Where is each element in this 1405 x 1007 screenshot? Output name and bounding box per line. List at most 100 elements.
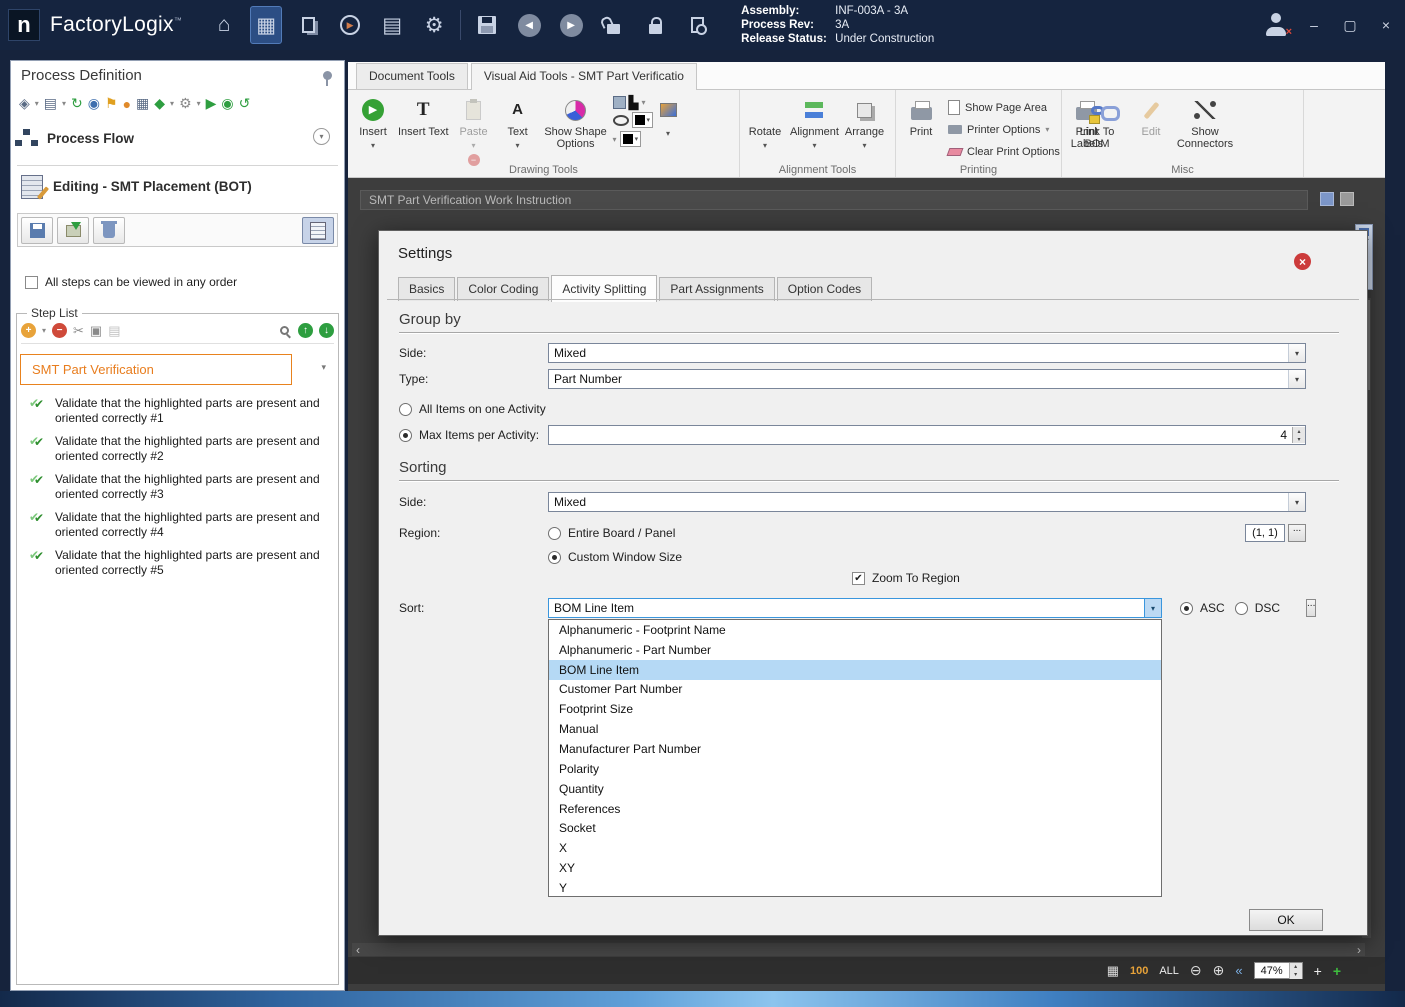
pan-icon[interactable]: « xyxy=(1235,963,1242,978)
ok-button[interactable]: OK xyxy=(1249,909,1323,931)
print-button[interactable]: Print xyxy=(900,94,942,141)
zoom-down-icon[interactable]: ▾ xyxy=(1289,970,1302,979)
delete-step-button[interactable] xyxy=(93,217,125,244)
doc-expand-icon[interactable] xyxy=(1340,192,1354,206)
paste-button[interactable]: Paste ▾ − xyxy=(453,94,495,169)
remove-step-icon[interactable]: − xyxy=(52,323,68,338)
sort-option[interactable]: Customer Part Number xyxy=(549,680,1161,700)
alignment-caret-icon[interactable]: ▾ xyxy=(812,140,816,152)
tab-color-coding[interactable]: Color Coding xyxy=(457,277,550,301)
save-step-button[interactable] xyxy=(21,217,53,244)
group-type-caret-icon[interactable]: ▾ xyxy=(1288,370,1305,388)
sitemap-icon[interactable]: ▦ xyxy=(136,95,149,112)
sort-option[interactable]: Manual xyxy=(549,719,1161,739)
fill-color-caret-icon[interactable]: ▾ xyxy=(647,116,651,124)
arrange-button[interactable]: Arrange ▾ xyxy=(843,94,886,155)
history-icon[interactable]: ↺ xyxy=(239,95,251,112)
scroll-left-icon[interactable]: ‹ xyxy=(356,943,360,957)
all-items-radio[interactable] xyxy=(399,402,412,416)
import-step-button[interactable] xyxy=(57,217,89,244)
add-step-caret-icon[interactable]: ▾ xyxy=(42,326,46,335)
sort-option[interactable]: Alphanumeric - Footprint Name xyxy=(549,620,1161,640)
region-browse-button[interactable]: ... xyxy=(1288,524,1306,542)
line-shape-caret-icon[interactable]: ▾ xyxy=(613,135,617,144)
pin-icon[interactable] xyxy=(323,71,332,86)
max-items-up-icon[interactable]: ▴ xyxy=(1293,427,1305,435)
process-definition-icon[interactable]: ▦ xyxy=(250,6,283,44)
sort-option[interactable]: Footprint Size xyxy=(549,699,1161,719)
max-items-input[interactable]: 4 ▴ ▾ xyxy=(548,425,1306,445)
custom-window-radio[interactable] xyxy=(548,550,561,564)
group-side-caret-icon[interactable]: ▾ xyxy=(1288,344,1305,362)
play-icon[interactable]: ▶ xyxy=(206,95,217,112)
layers-grid-icon[interactable]: ▦ xyxy=(1107,963,1119,979)
dialog-close-icon[interactable]: × xyxy=(1294,253,1311,270)
group-type-select[interactable]: Part Number ▾ xyxy=(548,369,1306,389)
move-down-icon[interactable]: ↓ xyxy=(319,323,334,338)
show-connectors-button[interactable]: Show Connectors xyxy=(1174,94,1236,153)
minimize-button[interactable]: – xyxy=(1303,17,1325,33)
zoom-in-icon[interactable]: ⊕ xyxy=(1213,962,1225,979)
step-item[interactable]: ✔ ✔ Validate that the highlighted parts a… xyxy=(19,544,336,582)
sort-option[interactable]: Alphanumeric - Part Number xyxy=(549,640,1161,660)
sort-option[interactable]: References xyxy=(549,799,1161,819)
any-order-checkbox[interactable] xyxy=(25,275,38,289)
sort-option[interactable]: Quantity xyxy=(549,779,1161,799)
rectangle-shape-icon[interactable] xyxy=(612,96,626,109)
team-icon[interactable]: ◆ xyxy=(154,95,165,112)
insert-caret-icon[interactable]: ▾ xyxy=(371,140,375,152)
edit-button[interactable]: Edit xyxy=(1130,94,1172,141)
print-caret-icon[interactable]: ▾ xyxy=(62,99,66,108)
settings-gear-icon[interactable]: ⚙ xyxy=(418,6,450,44)
unlock-button[interactable] xyxy=(597,6,629,44)
sort-caret-icon[interactable]: ▾ xyxy=(1144,599,1161,617)
tab-basics[interactable]: Basics xyxy=(398,277,456,301)
maximize-button[interactable]: ▢ xyxy=(1339,17,1361,34)
paste-icon[interactable]: ▤ xyxy=(108,323,120,339)
cut-icon[interactable]: ✂ xyxy=(73,323,84,339)
process-flow-expand-icon[interactable]: ▾ xyxy=(313,128,330,145)
user-icon[interactable]: ● xyxy=(123,96,131,112)
sort-option[interactable]: Socket xyxy=(549,818,1161,838)
stairs-shape-icon[interactable]: ▙ xyxy=(629,96,639,109)
arrange-caret-icon[interactable]: ▾ xyxy=(862,140,866,152)
sort-option[interactable]: Manufacturer Part Number xyxy=(549,739,1161,759)
publish-icon[interactable]: ◈ xyxy=(19,95,30,112)
alignment-button[interactable]: Alignment ▾ xyxy=(788,94,841,155)
dsc-radio[interactable] xyxy=(1234,601,1248,615)
paste-caret-icon[interactable]: ▾ xyxy=(472,140,476,152)
close-button[interactable]: × xyxy=(1375,17,1397,33)
tab-document-tools[interactable]: Document Tools xyxy=(356,63,468,89)
audit-button[interactable] xyxy=(681,6,713,44)
text-button[interactable]: A Text ▾ xyxy=(497,94,539,155)
sort-options-button[interactable]: ... xyxy=(1306,599,1317,617)
tab-option-codes[interactable]: Option Codes xyxy=(776,277,873,301)
text-caret-icon[interactable]: ▾ xyxy=(516,140,520,152)
show-shape-options-button[interactable]: Show Shape Options xyxy=(541,94,611,153)
lock-button[interactable] xyxy=(639,6,671,44)
line-color-caret-icon[interactable]: ▾ xyxy=(635,135,639,143)
step-item[interactable]: ✔ ✔ Validate that the highlighted parts a… xyxy=(19,392,336,430)
publish-caret-icon[interactable]: ▾ xyxy=(35,99,39,108)
user-account-icon[interactable]: × xyxy=(1263,12,1292,38)
doc-view-icon[interactable] xyxy=(1320,192,1334,206)
sort-side-caret-icon[interactable]: ▾ xyxy=(1288,493,1305,511)
shape-caret-icon[interactable]: ▾ xyxy=(642,98,646,107)
sort-option[interactable]: XY xyxy=(549,858,1161,878)
zoom-plus-icon[interactable]: + xyxy=(1314,963,1322,979)
add-step-icon[interactable]: + xyxy=(21,323,36,338)
step-item[interactable]: ✔ ✔ Validate that the highlighted parts a… xyxy=(19,468,336,506)
news-icon[interactable]: ▤ xyxy=(376,6,408,44)
max-items-radio[interactable] xyxy=(399,428,412,442)
horizontal-scrollbar[interactable]: ‹ › xyxy=(352,943,1365,957)
gears-icon[interactable]: ⚙ xyxy=(179,95,192,112)
region-coords-input[interactable]: (1, 1) xyxy=(1245,524,1285,542)
link-to-bom-button[interactable]: Link To BOM xyxy=(1066,94,1128,153)
show-page-area-button[interactable]: Show Page Area xyxy=(944,97,1064,118)
move-up-icon[interactable]: ↑ xyxy=(298,323,313,338)
sort-option[interactable]: Polarity xyxy=(549,759,1161,779)
sort-select[interactable]: BOM Line Item ▾ xyxy=(548,598,1162,618)
clear-print-options-button[interactable]: Clear Print Options xyxy=(944,141,1064,162)
tab-visual-aid-tools[interactable]: Visual Aid Tools - SMT Part Verificatio xyxy=(470,63,697,90)
texture-picker-button[interactable]: ▾ xyxy=(655,94,681,143)
